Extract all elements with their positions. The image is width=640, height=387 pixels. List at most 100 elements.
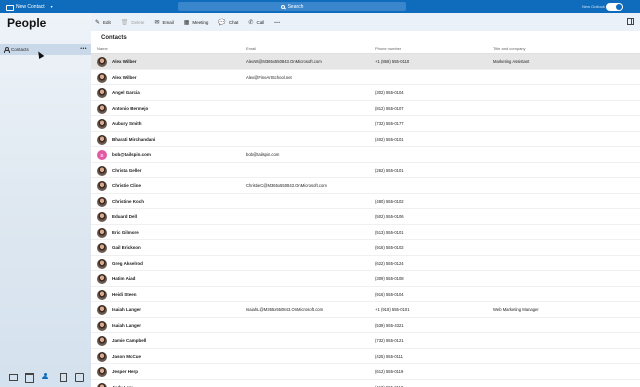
phone-icon: ✆ — [248, 19, 254, 26]
contact-phone: (916) 555-0104 — [375, 291, 404, 297]
avatar — [97, 72, 107, 83]
pencil-icon: ✎ — [95, 19, 101, 26]
avatar — [97, 165, 107, 176]
contact-email: IsaiahL@M365x550843.OnMicrosoft.com — [246, 307, 324, 312]
table-row[interactable]: Christine Koch (480) 555-0102 — [91, 194, 640, 209]
new-contact-button[interactable]: New Contact ▾ — [0, 0, 53, 13]
contact-name: Isaiah Langer — [112, 322, 142, 328]
edit-button[interactable]: ✎ Edit — [95, 19, 111, 26]
avatar — [97, 57, 107, 67]
delete-button[interactable]: 🗑 Delete — [121, 19, 145, 26]
contact-name: Alex Wilber — [112, 59, 137, 64]
table-row[interactable]: Angel Garcia (302) 555-0104 — [91, 85, 640, 101]
contact-phone: (732) 555-0121 — [375, 338, 404, 343]
contact-name: Eric Gilmore — [112, 229, 139, 235]
contact-phone: +1 (858) 555-0110 — [375, 59, 410, 64]
contact-name: Alex Wilber — [112, 74, 137, 80]
more-commands-button[interactable]: ••• — [274, 20, 280, 25]
person-icon — [3, 47, 10, 53]
email-label: Email — [162, 19, 174, 25]
avatar — [97, 134, 107, 145]
new-outlook-label: New Outlook — [582, 4, 605, 9]
avatar — [97, 103, 107, 114]
notes-icon[interactable] — [75, 372, 85, 382]
search-box[interactable]: Search — [178, 2, 406, 11]
table-row[interactable]: Bharati Mirchandani (402) 555-0101 — [91, 132, 640, 147]
table-row[interactable]: Greg Akselrod (622) 555-0124 — [91, 256, 640, 271]
contact-title: Marketing Assistant — [493, 59, 530, 64]
table-row[interactable]: Christa Geller (262) 555-0101 — [91, 163, 640, 178]
edit-label: Edit — [103, 19, 111, 25]
contact-name: Bharati Mirchandani — [112, 136, 156, 142]
contact-phone: (309) 555-0108 — [375, 276, 404, 281]
calendar-icon: ▦ — [183, 19, 190, 26]
table-row[interactable]: Gail Erickson (916) 555-0102 — [91, 240, 640, 256]
table-row[interactable]: Heidi Steen (916) 555-0104 — [91, 287, 640, 302]
contact-email: Alex@FineArtSchool.net — [246, 74, 292, 80]
table-row[interactable]: Jason McCue (425) 555-0111 — [91, 349, 640, 364]
table-row[interactable]: Antonio Bermejo (812) 555-0107 — [91, 101, 640, 116]
command-toolbar: ✎ Edit 🗑 Delete ✉ Email ▦ Meeting 💬 Chat ✆ Cal… — [91, 13, 640, 31]
mail-icon[interactable] — [8, 373, 18, 381]
table-row[interactable]: Bbob@tailspin.com bob@tailspin.com — [91, 147, 640, 163]
email-button[interactable]: ✉ Email — [154, 19, 173, 26]
people-icon[interactable] — [42, 372, 49, 380]
table-row[interactable]: Alex Wilber Alex@FineArtSchool.net — [91, 70, 640, 85]
contact-phone: (425) 555-0111 — [375, 353, 404, 359]
contact-name: Christine Koch — [112, 198, 145, 204]
avatar — [97, 212, 107, 222]
calendar-icon[interactable] — [25, 372, 35, 383]
avatar — [97, 227, 107, 238]
contact-name: Aubury Smith — [112, 121, 142, 126]
contact-name: Antonio Bermejo — [112, 105, 149, 111]
reading-pane-icon[interactable] — [627, 18, 634, 25]
avatar — [97, 258, 107, 269]
call-button[interactable]: ✆ Call — [248, 19, 264, 26]
table-row[interactable]: Judy Lew (410) 555-0110 — [91, 380, 640, 387]
chat-label: Chat — [228, 19, 239, 25]
column-header-email[interactable]: Email — [246, 46, 256, 52]
contact-name: Angel Garcia — [112, 90, 140, 95]
contact-name: Christie Cline — [112, 183, 142, 188]
column-header-name[interactable]: Name — [97, 46, 108, 52]
chat-icon: 💬 — [218, 19, 226, 26]
contact-name: Christa Geller — [112, 167, 142, 173]
title-bar: New Contact ▾ Search New Outlook — [0, 0, 640, 13]
section-title: Contacts — [101, 35, 127, 41]
sidebar-item-contacts[interactable]: Contacts ••• — [0, 44, 91, 55]
meeting-button[interactable]: ▦ Meeting — [184, 19, 209, 26]
table-row[interactable]: Eduard Dell (502) 555-0106 — [91, 209, 640, 225]
column-header-phone[interactable]: Phone number — [375, 46, 401, 52]
contact-phone: (539) 555-4321 — [375, 322, 404, 328]
new-outlook-toggle[interactable] — [606, 3, 623, 11]
table-row[interactable]: Jesper Herp (612) 555-0119 — [91, 364, 640, 380]
avatar — [97, 305, 107, 315]
contact-name: bob@tailspin.com — [112, 152, 151, 157]
column-header-title[interactable]: Title and company — [493, 46, 526, 52]
table-row[interactable]: Isaiah Langer IsaiahL@M365x550843.OnMicro… — [91, 302, 640, 318]
contact-name: Gail Erickson — [112, 245, 141, 250]
table-row[interactable]: Aubury Smith (732) 555-0177 — [91, 116, 640, 132]
contact-name: Jesper Herp — [112, 369, 139, 374]
table-row[interactable]: Alex Wilber AlexW@M365x550843.OnMicrosoft… — [91, 54, 640, 70]
contact-name: Greg Akselrod — [112, 260, 143, 266]
chat-button[interactable]: 💬 Chat — [218, 19, 238, 26]
chevron-down-icon[interactable]: ▾ — [51, 4, 53, 9]
table-row[interactable]: Eric Gilmore (513) 555-0101 — [91, 225, 640, 240]
tasks-icon[interactable] — [59, 372, 67, 382]
table-row[interactable]: Christie Cline ChristieC@M365x550843.OnMi… — [91, 178, 640, 194]
avatar — [97, 243, 107, 253]
contact-phone: (262) 555-0101 — [375, 167, 404, 173]
avatar — [97, 289, 107, 300]
contacts-table: Alex Wilber AlexW@M365x550843.OnMicrosoft… — [91, 54, 640, 387]
table-row[interactable]: Isaiah Langer (539) 555-4321 — [91, 318, 640, 333]
contact-phone: (732) 555-0177 — [375, 121, 404, 126]
contact-phone: (612) 555-0119 — [375, 369, 404, 374]
mail-icon: ✉ — [154, 19, 160, 26]
table-row[interactable]: Jamie Campbell (732) 555-0121 — [91, 333, 640, 349]
table-row[interactable]: Hatim Aiad (309) 555-0108 — [91, 271, 640, 287]
more-options-icon[interactable]: ••• — [80, 46, 87, 52]
contact-name: Isaiah Langer — [112, 307, 142, 312]
avatar — [97, 181, 107, 191]
app-title: People — [7, 16, 47, 30]
